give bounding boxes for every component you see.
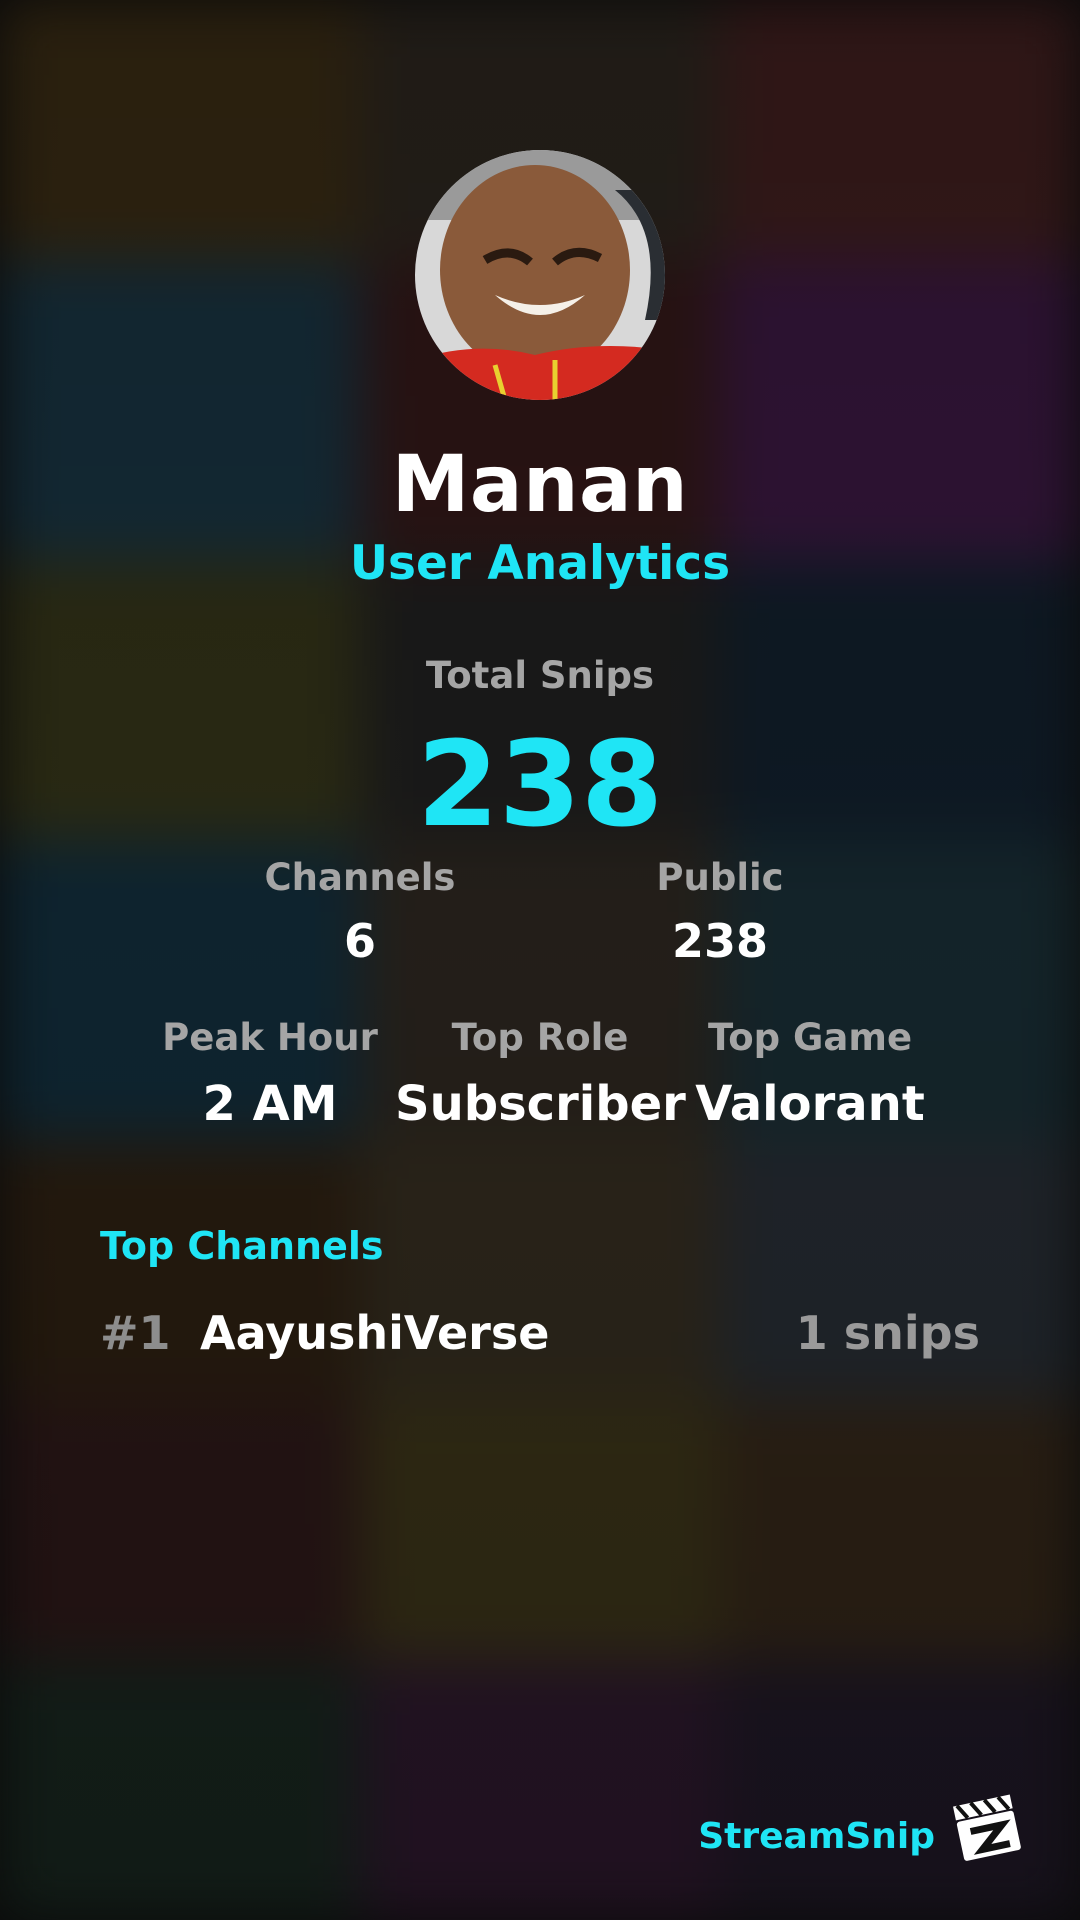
avatar (415, 150, 665, 400)
top-game-label: Top Game (707, 1016, 913, 1059)
public-value: 238 (671, 914, 769, 968)
user-name: Manan (391, 440, 689, 530)
public-label: Public (656, 856, 784, 899)
channel-name: AayushiVerse (200, 1306, 550, 1360)
avatar-photo (415, 150, 665, 400)
peak-hour-value: 2 AM (202, 1076, 338, 1132)
list-item: #1 AayushiVerse 1 snips (100, 1300, 980, 1370)
channels-value: 6 (343, 914, 376, 968)
total-snips-value: 238 (416, 715, 664, 853)
channel-snip-count: 1 snips (795, 1306, 980, 1360)
channel-rank: #1 (100, 1306, 171, 1360)
brand-name: StreamSnip (698, 1816, 935, 1857)
streamsnip-clapperboard-icon (950, 1790, 1025, 1865)
top-channels-title: Top Channels (100, 1224, 384, 1268)
top-role-label: Top Role (451, 1016, 629, 1059)
peak-hour-label: Peak Hour (162, 1016, 378, 1059)
top-role-value: Subscriber (395, 1076, 686, 1132)
total-snips-label: Total Snips (425, 654, 655, 697)
page-subtitle: User Analytics (349, 536, 731, 591)
analytics-card: Manan User Analytics Total Snips 238 Cha… (0, 0, 1080, 1920)
channels-label: Channels (264, 856, 456, 899)
top-game-value: Valorant (695, 1076, 925, 1132)
